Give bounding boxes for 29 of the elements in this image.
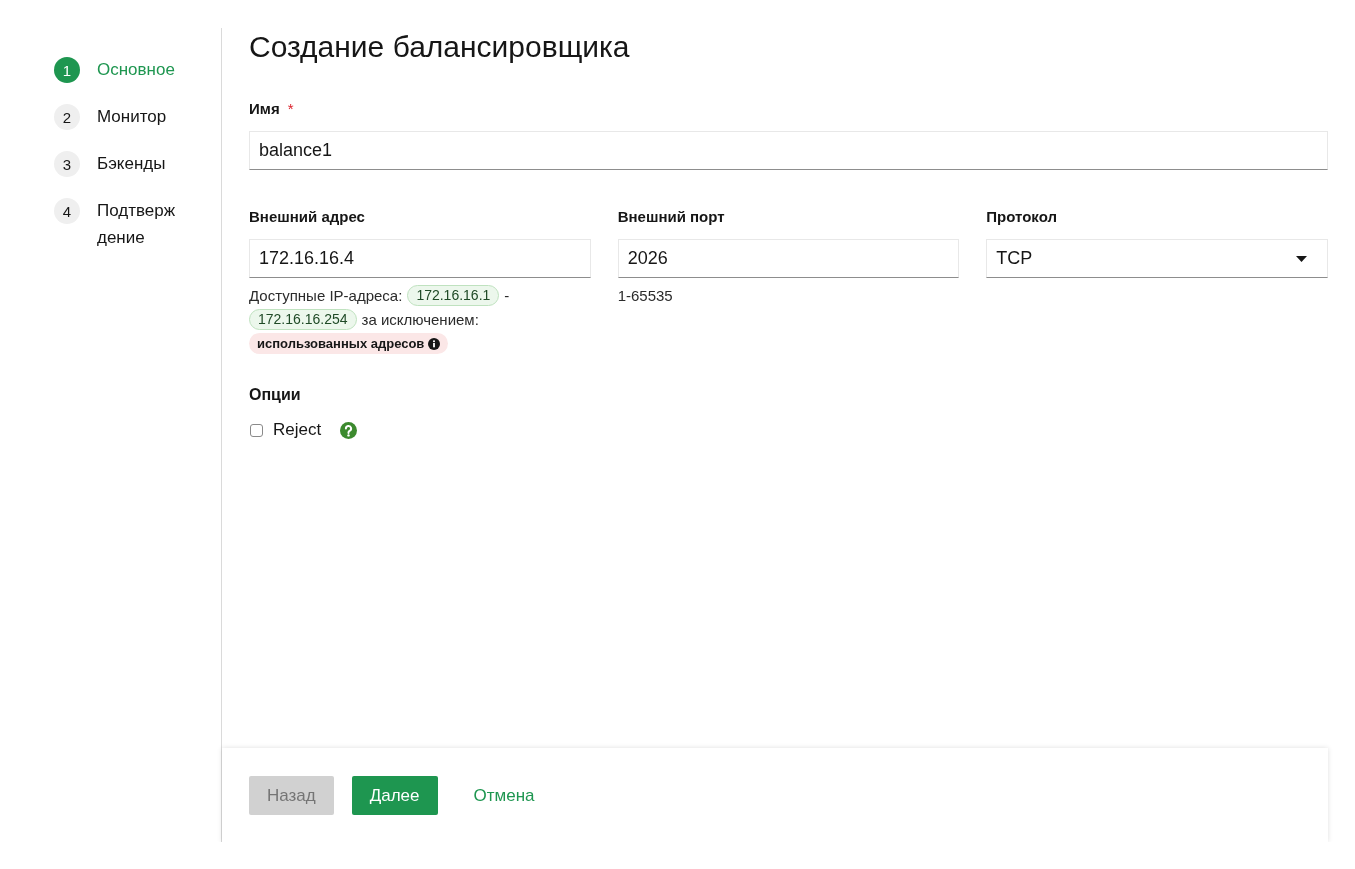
excluded-addresses-tag[interactable]: использованных адресов bbox=[249, 333, 449, 354]
wizard-step[interactable]: 1 Основное bbox=[54, 56, 175, 83]
wizard-step[interactable]: 2 Монитор bbox=[54, 103, 167, 130]
name-input[interactable]: balance1 bbox=[249, 131, 1328, 170]
checkbox[interactable] bbox=[250, 423, 263, 437]
checkbox-label: Reject bbox=[273, 420, 322, 440]
page-title: Создание балансировщика bbox=[249, 29, 630, 65]
wizard-step[interactable]: 4 Подтверждение bbox=[54, 197, 181, 251]
caret-down-icon bbox=[1296, 255, 1307, 262]
field-label: Внешний адрес bbox=[249, 207, 365, 227]
ip-range-tag: 172.16.16.1 bbox=[407, 285, 500, 306]
protocol-select[interactable]: TCP bbox=[986, 239, 1328, 278]
info-icon bbox=[428, 337, 441, 350]
text-input[interactable]: 2026 bbox=[617, 239, 960, 278]
hint-text: 1-65535 bbox=[617, 286, 673, 306]
field-label: Внешний порт bbox=[617, 207, 725, 227]
next-button[interactable]: Далее bbox=[351, 776, 438, 815]
hint-text: - bbox=[504, 286, 510, 306]
wizard-step[interactable]: 3 Бэкенды bbox=[54, 150, 166, 177]
hint-text: Доступные IP-адреса: bbox=[249, 286, 403, 306]
text-input[interactable]: 172.16.16.4 bbox=[249, 239, 591, 278]
help-icon[interactable] bbox=[340, 421, 358, 439]
hint-text: за исключением: bbox=[361, 310, 479, 330]
cancel-link[interactable]: Отмена bbox=[455, 776, 553, 815]
ip-range-tag: 172.16.16.254 bbox=[249, 309, 357, 330]
required-mark: * bbox=[287, 99, 294, 119]
section-title: Опции bbox=[249, 385, 301, 405]
field-label: Протокол bbox=[986, 207, 1057, 227]
field-label: Имя bbox=[249, 99, 280, 119]
